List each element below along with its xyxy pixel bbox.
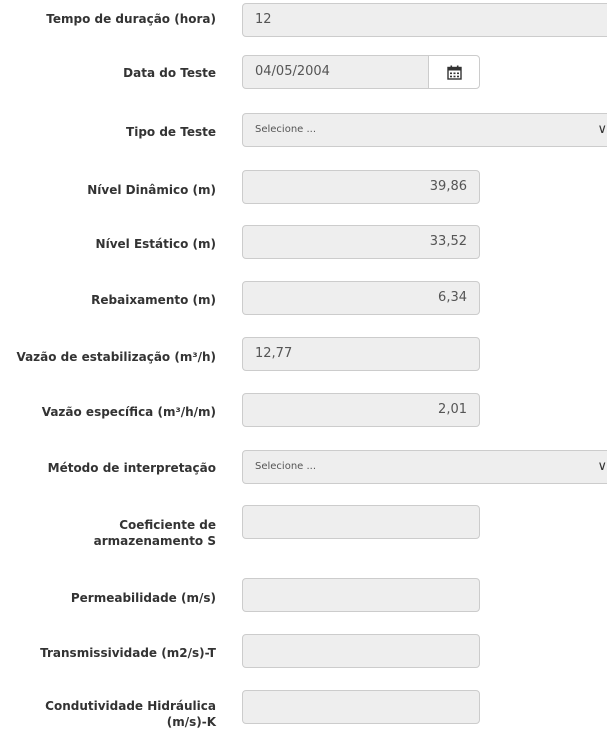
- vazao-estabilizacao-field[interactable]: 12,77: [242, 337, 480, 371]
- transmissividade-field[interactable]: [242, 634, 480, 668]
- calendar-icon: [446, 65, 462, 80]
- permeabilidade-label: Permeabilidade (m/s): [70, 591, 216, 605]
- transmissividade-label: Transmissividade (m2/s)-T: [40, 646, 216, 660]
- coef-armazenamento-field[interactable]: [242, 505, 480, 539]
- chevron-down-icon: ∨: [597, 122, 607, 137]
- condutividade-field[interactable]: [242, 690, 480, 724]
- rebaixamento-label: Rebaixamento (m): [91, 293, 216, 307]
- coef-armazenamento-label: Coeficiente de armazenamento S: [93, 518, 216, 548]
- metodo-selected: Selecione ...: [255, 461, 317, 472]
- calendar-button[interactable]: [428, 55, 480, 89]
- permeabilidade-field[interactable]: [242, 578, 480, 612]
- vazao-especifica-field[interactable]: 2,01: [242, 393, 480, 427]
- duracao-label: Tempo de duração (hora): [46, 12, 216, 26]
- chevron-down-icon: ∨: [597, 459, 607, 474]
- nivel-dinamico-label: Nível Dinâmico (m): [87, 183, 216, 197]
- condutividade-label: Condutividade Hidráulica (m/s)-K: [45, 699, 216, 729]
- rebaixamento-field[interactable]: 6,34: [242, 281, 480, 315]
- metodo-label: Método de interpretação: [47, 461, 216, 475]
- tipo-teste-select[interactable]: Selecione ... ∨: [242, 113, 607, 147]
- data-teste-field[interactable]: 04/05/2004: [242, 55, 429, 89]
- tipo-teste-label: Tipo de Teste: [126, 125, 216, 139]
- nivel-estatico-field[interactable]: 33,52: [242, 225, 480, 259]
- tipo-teste-selected: Selecione ...: [255, 124, 317, 135]
- duracao-field[interactable]: 12: [242, 3, 607, 37]
- vazao-estabilizacao-label: Vazão de estabilização (m³/h): [16, 350, 216, 364]
- nivel-estatico-label: Nível Estático (m): [95, 237, 216, 251]
- data-teste-label: Data do Teste: [123, 66, 216, 80]
- metodo-select[interactable]: Selecione ... ∨: [242, 450, 607, 484]
- vazao-especifica-label: Vazão específica (m³/h/m): [41, 405, 216, 419]
- nivel-dinamico-field[interactable]: 39,86: [242, 170, 480, 204]
